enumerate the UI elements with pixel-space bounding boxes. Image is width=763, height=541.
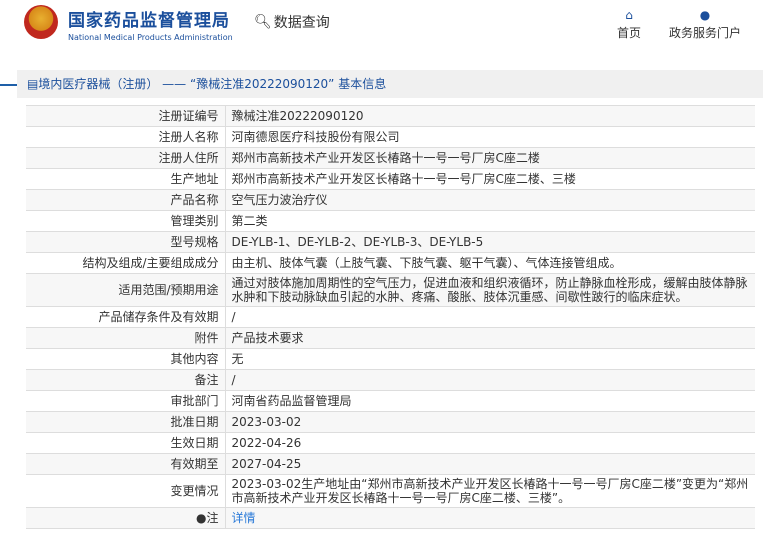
table-row: 注册人住所 郑州市高新技术产业开发区长椿路十一号一号厂房C座二楼 xyxy=(26,147,755,169)
field-label: 结构及组成/主要组成成分 xyxy=(26,252,226,274)
table-row: 其他内容无 xyxy=(26,348,755,370)
field-label: 注册人名称 xyxy=(26,126,226,148)
table-row: 有效期至 2027-04-25 xyxy=(26,453,755,475)
table-row: 注册人名称 河南德恩医疗科技股份有限公司 xyxy=(26,126,755,148)
table-row: 型号规格 DE-YLB-1、DE-YLB-2、DE-YLB-3、DE-YLB-5 xyxy=(26,231,755,253)
site-brand[interactable]: 国家药品监督管理局 National Medical Products Admi… xyxy=(68,6,233,42)
panel-title: ▤境内医疗器械（注册） —— “豫械注准20222090120” 基本信息 xyxy=(17,70,763,98)
table-row: 结构及组成/主要组成成分 由主机、肢体气囊（上肢气囊、下肢气囊、躯干气囊）、气体连… xyxy=(26,252,755,274)
table-row: 审批部门 河南省药品监督管理局 xyxy=(26,390,755,412)
field-value: 郑州市高新技术产业开发区长椿路十一号一号厂房C座二楼 xyxy=(225,147,755,169)
table-row: 批准日期 2023-03-02 xyxy=(26,411,755,433)
nav-service-portal[interactable]: ● 政务服务门户 xyxy=(669,8,741,41)
info-table: 注册证编号 豫械注准20222090120 注册人名称 河南德恩医疗科技股份有限公司注… xyxy=(26,105,755,529)
field-label: 注册人住所 xyxy=(26,147,226,169)
table-row: ●注 详情 xyxy=(26,507,755,529)
note-label: 注 xyxy=(206,511,219,525)
document-icon: ▤ xyxy=(27,77,39,91)
national-emblem-logo xyxy=(24,5,58,39)
field-label: 生产地址 xyxy=(26,168,226,190)
field-label: 其他内容 xyxy=(26,348,226,370)
field-value: 空气压力波治疗仪 xyxy=(225,189,755,211)
table-row: 生产地址 郑州市高新技术产业开发区长椿路十一号一号厂房C座二楼、三楼 xyxy=(26,168,755,190)
details-link[interactable]: 详情 xyxy=(232,511,256,525)
field-label: 产品名称 xyxy=(26,189,226,211)
table-row: 附件 产品技术要求 xyxy=(26,327,755,349)
field-label: 生效日期 xyxy=(26,432,226,454)
field-label: 备注 xyxy=(26,369,226,391)
field-label: 附件 xyxy=(26,327,226,349)
table-row: 备注 / xyxy=(26,369,755,391)
field-label: 型号规格 xyxy=(26,231,226,253)
org-name-en: National Medical Products Administration xyxy=(68,33,233,42)
field-value: 2027-04-25 xyxy=(225,453,755,475)
data-query-label: 数据查询 xyxy=(273,15,330,31)
field-label: ●注 xyxy=(26,507,226,529)
nav-portal-label: 政务服务门户 xyxy=(669,26,742,40)
field-value: 产品技术要求 xyxy=(225,327,755,349)
table-row: 产品名称 空气压力波治疗仪 xyxy=(26,189,755,211)
table-row: 变更情况 2023-03-02生产地址由“郑州市高新技术产业开发区长椿路十一号一号… xyxy=(26,474,755,508)
panel-title-text: 境内医疗器械（注册） —— “豫械注准20222090120” 基本信息 xyxy=(38,77,387,91)
nav-home[interactable]: ⌂ 首页 xyxy=(617,8,641,41)
detail-panel: ▤境内医疗器械（注册） —— “豫械注准20222090120” 基本信息 注册… xyxy=(17,70,763,541)
field-value: / xyxy=(225,306,755,328)
field-value: DE-YLB-1、DE-YLB-2、DE-YLB-3、DE-YLB-5 xyxy=(225,231,755,253)
user-icon: ● xyxy=(699,8,711,22)
table-row: 管理类别 第二类 xyxy=(26,210,755,232)
field-label: 管理类别 xyxy=(26,210,226,232)
field-label: 有效期至 xyxy=(26,453,226,475)
field-label: 审批部门 xyxy=(26,390,226,412)
field-value: 详情 xyxy=(225,507,755,529)
field-value: 2022-04-26 xyxy=(225,432,755,454)
field-label: 变更情况 xyxy=(26,474,226,508)
table-row: 适用范围/预期用途 通过对肢体施加周期性的空气压力，促进血液和组织液循环，防止静脉… xyxy=(26,273,755,307)
field-label: 产品储存条件及有效期 xyxy=(26,306,226,328)
table-row: 产品储存条件及有效期 / xyxy=(26,306,755,328)
table-row: 注册证编号 豫械注准20222090120 xyxy=(26,105,755,127)
table-row: 生效日期 2022-04-26 xyxy=(26,432,755,454)
home-icon: ⌂ xyxy=(625,8,633,22)
field-value: 2023-03-02生产地址由“郑州市高新技术产业开发区长椿路十一号一号厂房C座… xyxy=(225,474,755,508)
field-value: 由主机、肢体气囊（上肢气囊、下肢气囊、躯干气囊）、气体连接管组成。 xyxy=(225,252,755,274)
field-value: 河南省药品监督管理局 xyxy=(225,390,755,412)
field-value: 2023-03-02 xyxy=(225,411,755,433)
field-label: 批准日期 xyxy=(26,411,226,433)
field-label: 注册证编号 xyxy=(26,105,226,127)
pin-icon: ● xyxy=(196,511,207,525)
field-value: 河南德恩医疗科技股份有限公司 xyxy=(225,126,755,148)
data-query-link[interactable]: 🔍︎ 数据查询 xyxy=(254,12,330,32)
field-value: 郑州市高新技术产业开发区长椿路十一号一号厂房C座二楼、三楼 xyxy=(225,168,755,190)
search-document-icon: 🔍︎ xyxy=(254,14,272,30)
field-label: 适用范围/预期用途 xyxy=(26,273,226,307)
field-value: 豫械注准20222090120 xyxy=(225,105,755,127)
org-name-cn: 国家药品监督管理局 xyxy=(68,11,230,31)
nav-home-label: 首页 xyxy=(617,26,642,40)
field-value: 第二类 xyxy=(225,210,755,232)
field-value: 通过对肢体施加周期性的空气压力，促进血液和组织液循环，防止静脉血栓形成，缓解由肢… xyxy=(225,273,755,307)
field-value: 无 xyxy=(225,348,755,370)
field-value: / xyxy=(225,369,755,391)
